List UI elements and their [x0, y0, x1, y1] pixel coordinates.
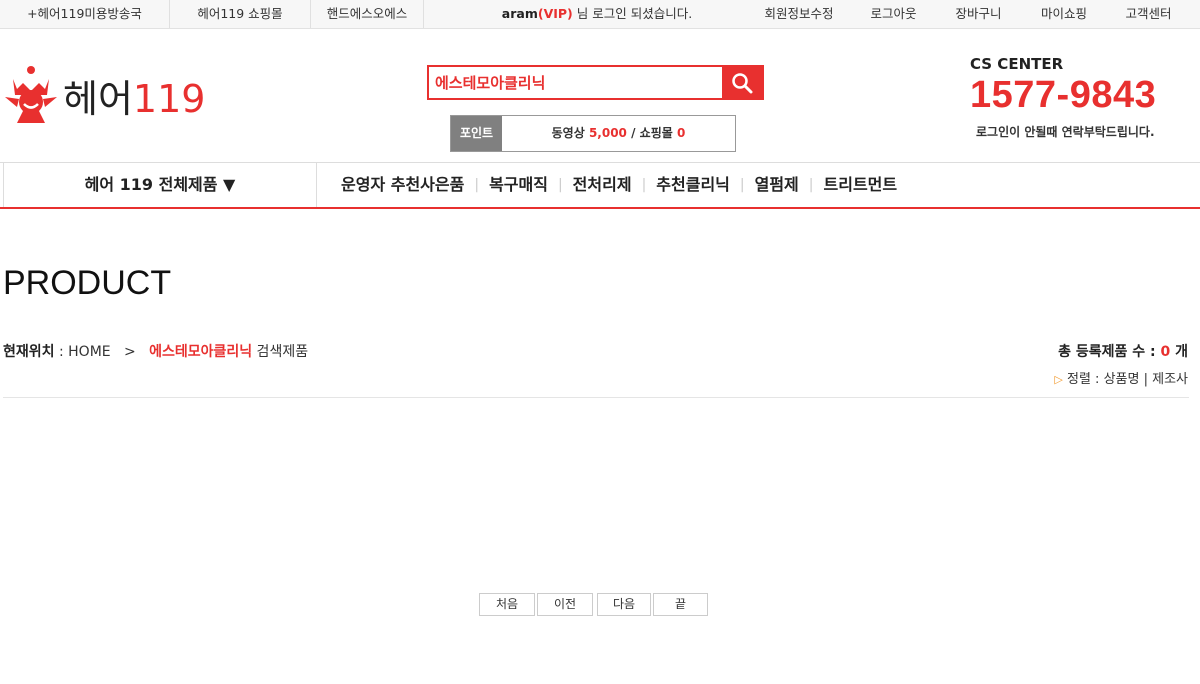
- video-point-value: 5,000: [588, 126, 627, 140]
- nav-separator: |: [808, 177, 814, 193]
- nav-separator: |: [641, 177, 647, 193]
- total-count: 0: [1160, 344, 1171, 360]
- point-label: 포인트: [451, 116, 502, 151]
- nav-item-recovery-magic[interactable]: 복구매직: [489, 163, 548, 207]
- shop-point-value: 0: [676, 126, 686, 140]
- top-link-customer-center[interactable]: 고객센터: [1112, 0, 1185, 28]
- page-last-button[interactable]: 끝: [653, 593, 708, 616]
- point-summary: 포인트 동영상 5,000 / 쇼핑몰 0: [450, 115, 736, 152]
- top-link-cart[interactable]: 장바구니: [941, 0, 1016, 28]
- cs-phone: 1577-9843: [970, 74, 1157, 116]
- nav-item-recommended-clinic[interactable]: 추천클리닉: [656, 163, 730, 207]
- page-first-button[interactable]: 처음: [479, 593, 535, 616]
- search-box: [427, 65, 764, 100]
- shop-point-label: 쇼핑몰: [639, 126, 673, 140]
- point-separator: /: [626, 126, 640, 140]
- sort-divider: |: [1139, 372, 1153, 387]
- nav-separator: |: [474, 177, 480, 193]
- content-divider: [3, 397, 1189, 398]
- site-logo[interactable]: 헤어119: [3, 65, 213, 125]
- breadcrumb-suffix: 검색제품: [252, 344, 309, 360]
- main-nav: 헤어 119 전체제품 ▼ 운영자 추천사은품 | 복구매직 | 전처리제 | …: [0, 162, 1200, 209]
- breadcrumb: 현재위치 : HOME > 에스테모아클리닉 검색제품: [3, 343, 308, 361]
- top-bar: +헤어119미용방송국 헤어119 쇼핑몰 핸드에스오에스 aram(VIP) …: [0, 0, 1200, 29]
- top-link-logout[interactable]: 로그아웃: [856, 0, 931, 28]
- nav-separator: |: [557, 177, 563, 193]
- nav-menu: 운영자 추천사은품 | 복구매직 | 전처리제 | 추천클리닉 | 열펌제 | …: [341, 163, 897, 207]
- logo-text-main: 헤어: [63, 77, 133, 121]
- welcome-suffix: 님 로그인 되셨습니다.: [572, 6, 693, 21]
- page-next-button[interactable]: 다음: [597, 593, 651, 616]
- search-icon: [732, 72, 753, 93]
- cs-title: CS CENTER: [970, 55, 1064, 73]
- nav-item-recommended-gifts[interactable]: 운영자 추천사은품: [341, 163, 464, 207]
- nav-item-treatment[interactable]: 트리트먼트: [824, 163, 898, 207]
- breadcrumb-label: 현재위치: [3, 344, 55, 360]
- logo-text: 헤어119: [63, 77, 205, 121]
- sort-options: ▷ 정렬 : 상품명 | 제조사: [1054, 371, 1188, 389]
- logo-text-number: 119: [132, 77, 206, 121]
- welcome-message: aram(VIP) 님 로그인 되셨습니다.: [424, 0, 770, 28]
- crown-mascot-icon: [5, 66, 57, 123]
- point-values: 동영상 5,000 / 쇼핑몰 0: [502, 116, 735, 151]
- triangle-right-icon: ▷: [1054, 373, 1063, 386]
- sort-by-manufacturer[interactable]: 제조사: [1152, 372, 1188, 387]
- cs-center: CS CENTER 1577-9843 로그인이 안될때 연락부탁드립니다.: [970, 54, 1190, 139]
- total-unit: 개: [1170, 344, 1188, 360]
- page-prev-button[interactable]: 이전: [537, 593, 593, 616]
- breadcrumb-keyword: 에스테모아클리닉: [149, 344, 253, 360]
- video-point-label: 동영상: [551, 126, 585, 140]
- nav-item-heat-perm[interactable]: 열펌제: [755, 163, 799, 207]
- top-link-handsos[interactable]: 핸드에스오에스: [311, 0, 423, 28]
- nav-separator: |: [739, 177, 745, 193]
- welcome-grade: (VIP): [537, 6, 573, 21]
- all-products-dropdown[interactable]: 헤어 119 전체제품 ▼: [3, 163, 317, 207]
- total-product-count: 총 등록제품 수 : 0 개: [1058, 343, 1188, 361]
- top-link-my-shopping[interactable]: 마이쇼핑: [1025, 0, 1103, 28]
- sort-by-name[interactable]: 상품명: [1104, 372, 1140, 387]
- sort-label: 정렬 :: [1066, 372, 1104, 387]
- search-input[interactable]: [429, 67, 722, 98]
- top-link-broadcast[interactable]: +헤어119미용방송국: [0, 0, 169, 28]
- nav-item-pretreatment[interactable]: 전처리제: [573, 163, 632, 207]
- pagination: 처음 이전 다음 끝: [479, 593, 708, 616]
- cs-note: 로그인이 안될때 연락부탁드립니다.: [976, 125, 1155, 139]
- breadcrumb-home[interactable]: : HOME >: [55, 344, 150, 360]
- search-button[interactable]: [722, 67, 762, 98]
- top-link-edit-profile[interactable]: 회원정보수정: [748, 0, 850, 28]
- page-title: PRODUCT: [3, 264, 172, 302]
- total-label: 총 등록제품 수 :: [1058, 344, 1161, 360]
- top-link-shop[interactable]: 헤어119 쇼핑몰: [170, 0, 310, 28]
- welcome-user: aram: [501, 6, 538, 21]
